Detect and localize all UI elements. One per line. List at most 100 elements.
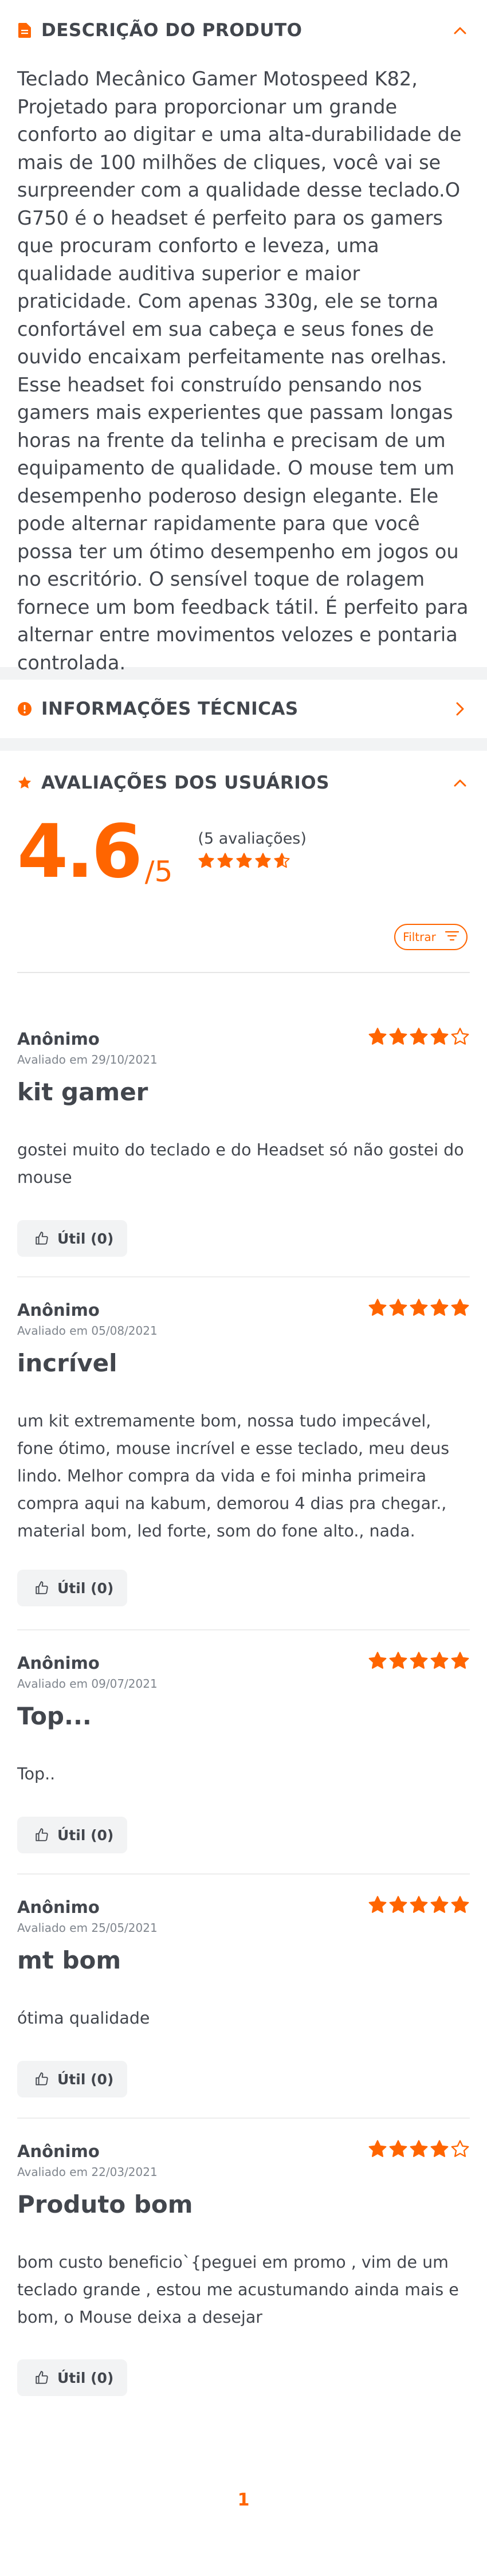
star-filled-icon: [368, 2139, 387, 2159]
star-filled-icon: [430, 1027, 449, 1046]
star-filled-icon: [388, 1651, 408, 1671]
star-filled-icon: [450, 1298, 470, 1318]
filter-button[interactable]: Filtrar: [394, 924, 468, 950]
review-title: incrível: [17, 1349, 117, 1377]
rating-summary: 4.6 /5 (5 avaliações): [0, 815, 487, 901]
technical-info-header[interactable]: INFORMAÇÕES TÉCNICAS: [0, 680, 487, 738]
pagination: 1: [0, 2490, 487, 2510]
chevron-up-icon[interactable]: [450, 773, 470, 793]
review-stars: [368, 1298, 470, 1318]
chevron-right-icon[interactable]: [450, 699, 470, 719]
review-author: Anônimo: [17, 1029, 100, 1049]
star-half-icon: [273, 852, 290, 869]
star-filled-icon: [450, 1651, 470, 1671]
thumbs-up-icon: [34, 2072, 49, 2087]
useful-label: Útil (0): [57, 1826, 114, 1844]
star-filled-icon: [368, 1298, 387, 1318]
star-empty-icon: [450, 1027, 470, 1046]
review-text: ótima qualidade: [17, 2009, 150, 2028]
useful-button[interactable]: Útil (0): [17, 1570, 127, 1606]
review-stars: [368, 1027, 470, 1046]
review-text: bom custo beneficio`{peguei em promo , v…: [17, 2253, 459, 2327]
review-text: um kit extremamente bom, nossa tudo impe…: [17, 1411, 450, 1540]
reviews-header[interactable]: AVALIAÇÕES DOS USUÁRIOS: [0, 751, 487, 815]
useful-label: Útil (0): [57, 2369, 114, 2386]
review-item: Anônimo Avaliado em 09/07/2021 Top... To…: [17, 1630, 470, 1875]
document-icon: [17, 23, 32, 38]
review-item: Anônimo Avaliado em 05/08/2021 incrível …: [17, 1277, 470, 1630]
review-date: Avaliado em 09/07/2021: [17, 1677, 158, 1691]
review-text: Top..: [17, 1765, 56, 1783]
average-stars: [198, 852, 307, 869]
score-scale: /5: [144, 855, 173, 888]
technical-info-title: INFORMAÇÕES TÉCNICAS: [41, 699, 299, 719]
star-filled-icon: [409, 2139, 429, 2159]
thumbs-up-icon: [34, 1231, 49, 1246]
star-filled-icon: [388, 1027, 408, 1046]
star-filled-icon: [430, 1651, 449, 1671]
star-filled-icon: [430, 1895, 449, 1915]
star-icon: [17, 775, 32, 790]
review-item: Anônimo Avaliado em 29/10/2021 kit gamer…: [17, 1006, 470, 1277]
star-filled-icon: [409, 1298, 429, 1318]
page-number-current[interactable]: 1: [238, 2490, 250, 2510]
review-date: Avaliado em 05/08/2021: [17, 1324, 158, 1338]
star-filled-icon: [409, 1895, 429, 1915]
review-stars: [368, 1895, 470, 1915]
star-filled-icon: [409, 1027, 429, 1046]
thumbs-up-icon: [34, 1828, 49, 1842]
star-filled-icon: [368, 1651, 387, 1671]
review-stars: [368, 2139, 470, 2159]
useful-label: Útil (0): [57, 1230, 114, 1247]
description-section: DESCRIÇÃO DO PRODUTO Teclado Mecânico Ga…: [0, 0, 487, 674]
alert-circle-icon: [17, 701, 32, 716]
star-filled-icon: [388, 2139, 408, 2159]
useful-label: Útil (0): [57, 2071, 114, 2088]
useful-button[interactable]: Útil (0): [17, 1220, 127, 1257]
description-header[interactable]: DESCRIÇÃO DO PRODUTO: [0, 0, 487, 61]
star-filled-icon: [235, 852, 253, 869]
review-author: Anônimo: [17, 1653, 100, 1673]
useful-label: Útil (0): [57, 1579, 114, 1597]
review-title: mt bom: [17, 1946, 121, 1974]
useful-button[interactable]: Útil (0): [17, 1817, 127, 1853]
review-author: Anônimo: [17, 2142, 100, 2161]
star-filled-icon: [217, 852, 234, 869]
star-empty-icon: [450, 2139, 470, 2159]
review-title: Top...: [17, 1702, 92, 1730]
useful-button[interactable]: Útil (0): [17, 2061, 127, 2097]
thumbs-up-icon: [34, 1581, 49, 1595]
star-filled-icon: [450, 1895, 470, 1915]
star-filled-icon: [430, 1298, 449, 1318]
review-date: Avaliado em 22/03/2021: [17, 2165, 158, 2179]
review-author: Anônimo: [17, 1300, 100, 1320]
star-filled-icon: [198, 852, 215, 869]
average-score: 4.6: [17, 809, 143, 895]
review-text: gostei muito do teclado e do Headset só …: [17, 1140, 464, 1187]
reviews-title: AVALIAÇÕES DOS USUÁRIOS: [41, 773, 329, 793]
review-date: Avaliado em 25/05/2021: [17, 1921, 158, 1935]
star-filled-icon: [368, 1027, 387, 1046]
star-filled-icon: [368, 1895, 387, 1915]
review-date: Avaliado em 29/10/2021: [17, 1053, 158, 1067]
star-filled-icon: [409, 1651, 429, 1671]
star-filled-icon: [430, 2139, 449, 2159]
useful-button[interactable]: Útil (0): [17, 2359, 127, 2396]
star-filled-icon: [388, 1298, 408, 1318]
review-title: Produto bom: [17, 2190, 193, 2218]
review-item: Anônimo Avaliado em 22/03/2021 Produto b…: [17, 2119, 470, 2417]
review-stars: [368, 1651, 470, 1671]
thumbs-up-icon: [34, 2370, 49, 2385]
description-title: DESCRIÇÃO DO PRODUTO: [41, 20, 303, 41]
divider: [17, 972, 470, 973]
review-title: kit gamer: [17, 1078, 148, 1106]
review-item: Anônimo Avaliado em 25/05/2021 mt bom ót…: [17, 1875, 470, 2119]
review-count: (5 avaliações): [198, 830, 307, 848]
separator: [0, 738, 487, 751]
filter-icon: [445, 930, 459, 944]
chevron-up-icon[interactable]: [450, 21, 470, 40]
review-author: Anônimo: [17, 1897, 100, 1917]
reviews-list: Anônimo Avaliado em 29/10/2021 kit gamer…: [0, 1006, 487, 2417]
star-filled-icon: [388, 1895, 408, 1915]
description-text: Teclado Mecânico Gamer Motospeed K82, Pr…: [17, 68, 469, 674]
